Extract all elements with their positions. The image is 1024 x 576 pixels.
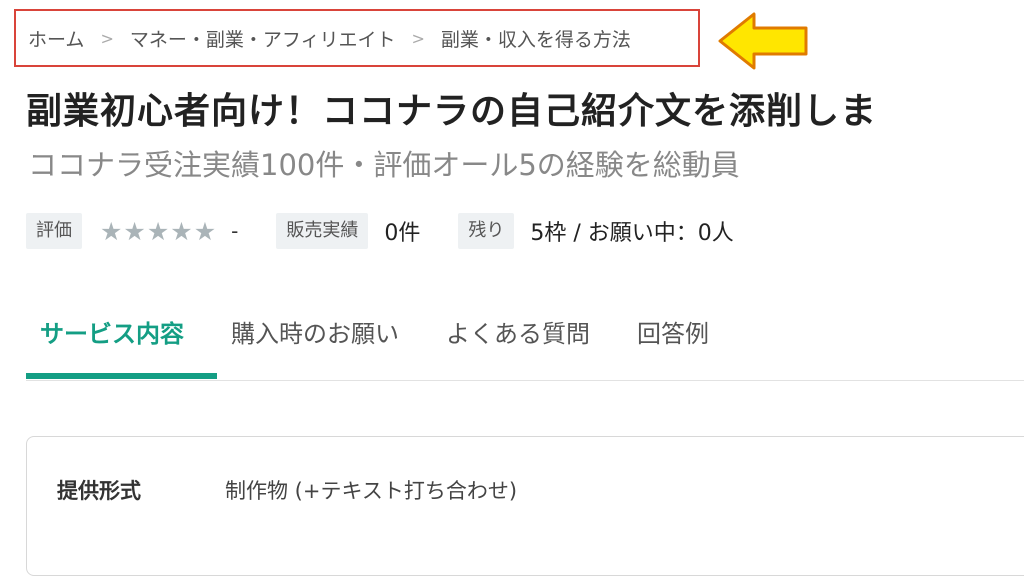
tab-bar: サービス内容 購入時のお願い よくある質問 回答例 [26, 300, 1024, 381]
rating-label: 評価 [26, 213, 82, 249]
rating-value: - [231, 219, 239, 243]
breadcrumb-subcategory[interactable]: 副業・収入を得る方法 [441, 25, 631, 52]
remaining-label: 残り [458, 213, 515, 249]
star-icon: ★ [146, 216, 170, 246]
rating-stars: ★ ★ ★ ★ ★ [100, 219, 217, 244]
breadcrumb-home[interactable]: ホーム [28, 25, 84, 52]
annotation-arrow-icon [718, 12, 808, 70]
service-stats: 評価 ★ ★ ★ ★ ★ - 販売実績 0件 残り 5枠 / お願い中：0人 [26, 212, 734, 250]
sales-label: 販売実績 [276, 213, 369, 249]
active-tab-indicator [26, 373, 217, 379]
format-value: 制作物 (+テキスト打ち合わせ) [225, 479, 518, 503]
tab-faq[interactable]: よくある質問 [446, 314, 590, 349]
tab-purchase-requests[interactable]: 購入時のお願い [231, 314, 399, 349]
breadcrumb-separator: > [411, 28, 425, 48]
star-icon: ★ [100, 216, 123, 246]
format-label: 提供形式 [57, 479, 141, 503]
service-details-card: 提供形式 制作物 (+テキスト打ち合わせ) [26, 436, 1024, 576]
page-title: 副業初心者向け！ココナラの自己紹介文を添削しま [26, 91, 878, 132]
remaining-value: 5枠 / お願い中：0人 [530, 221, 734, 246]
breadcrumb: ホーム > マネー・副業・アフィリエイト > 副業・収入を得る方法 [14, 9, 700, 67]
breadcrumb-category[interactable]: マネー・副業・アフィリエイト [130, 25, 396, 52]
tab-service-details[interactable]: サービス内容 [40, 314, 184, 349]
tab-answer-examples[interactable]: 回答例 [637, 314, 709, 349]
page-subtitle: ココナラ受注実績100件・評価オール5の経験を総動員 [28, 148, 740, 182]
sales-value: 0件 [384, 221, 421, 246]
star-icon: ★ [193, 216, 217, 246]
star-icon: ★ [170, 216, 193, 246]
star-icon: ★ [123, 216, 146, 246]
breadcrumb-separator: > [100, 28, 114, 48]
